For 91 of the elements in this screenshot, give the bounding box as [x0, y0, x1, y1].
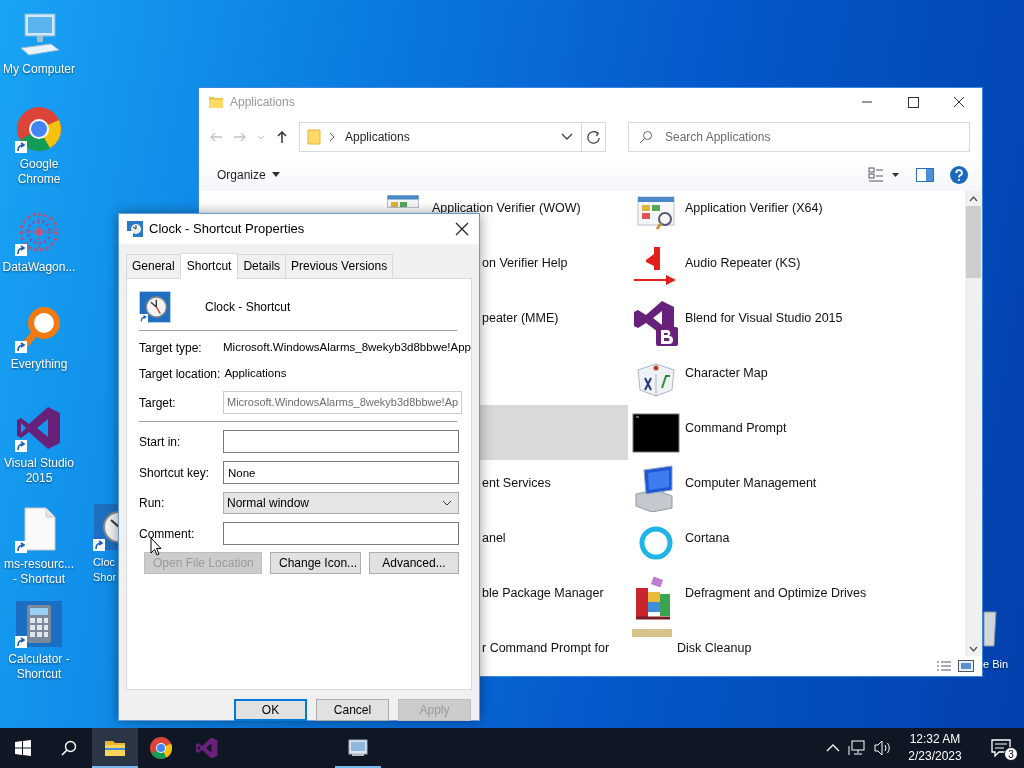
search-icon[interactable]: [61, 740, 77, 756]
input-field[interactable]: [223, 522, 459, 545]
field-label: Run:: [139, 495, 166, 512]
item-label: Blend for Visual Studio 2015: [685, 310, 843, 327]
large-icons-view-icon[interactable]: [958, 660, 974, 672]
dialog-title: Clock - Shortcut Properties: [149, 220, 305, 239]
notification-count: 3: [1004, 747, 1018, 761]
network-icon[interactable]: [848, 740, 866, 756]
ribbon-logo-icon: [195, 736, 219, 760]
properties-icon: [127, 221, 143, 237]
field-label: Comment:: [139, 525, 196, 543]
dialog-button[interactable]: OK: [234, 699, 307, 721]
item-label: Defragment and Optimize Drives: [685, 585, 867, 602]
clock-icon: [139, 291, 171, 323]
search-box[interactable]: Search Applications: [628, 122, 970, 152]
item-label: Computer Management: [685, 475, 817, 492]
organize-button[interactable]: Organize: [209, 162, 288, 187]
help-icon[interactable]: [950, 165, 968, 184]
up-arrow-icon[interactable]: [275, 130, 289, 144]
ring-logo-icon: [149, 736, 173, 760]
item-label: Application Verifier (WOW): [432, 200, 581, 217]
time-text: 12:32 AM: [908, 731, 962, 748]
close-icon[interactable]: [455, 222, 469, 236]
list-item[interactable]: Audio Repeater (KS): [628, 240, 965, 295]
list-item[interactable]: Computer Management: [628, 460, 965, 515]
window-title: Applications: [230, 94, 295, 111]
pointer-icon: [150, 537, 162, 556]
item-label: ble Package Manager: [482, 585, 604, 602]
clock-text[interactable]: 12:32 AM 2/23/2023: [900, 731, 970, 765]
field-label: Target type:: [139, 340, 203, 357]
action-button[interactable]: Change Icon...: [270, 552, 361, 574]
list-item[interactable]: Character Map: [628, 350, 965, 405]
field-label: Start in:: [139, 433, 182, 451]
item-label: Command Prompt: [685, 420, 787, 437]
view-options-icon[interactable]: [868, 166, 900, 183]
item-label: r Command Prompt for: [482, 640, 610, 656]
field-label: Target location:: [139, 366, 221, 383]
input-field[interactable]: None: [223, 461, 459, 484]
item-label: ent Services: [482, 475, 551, 492]
field-label: Target:: [139, 394, 177, 412]
dropdown-caret-icon[interactable]: [561, 133, 573, 141]
item-label: Disk Cleanup: [677, 640, 752, 656]
item-label: Application Verifier (X64): [685, 200, 823, 217]
app-window-icon: [387, 195, 419, 208]
notification-button[interactable]: 3: [978, 728, 1024, 768]
scroll-thumb[interactable]: [966, 206, 981, 278]
folder-icon: [306, 128, 322, 146]
item-label: Audio Repeater (KS): [685, 255, 801, 272]
scrollbar[interactable]: [965, 191, 982, 656]
tab[interactable]: General: [126, 254, 181, 278]
blend-logo-icon: [632, 299, 680, 347]
item-label: Cortana: [685, 530, 730, 547]
field-value: Applications: [224, 366, 287, 382]
action-button[interactable]: Advanced...: [369, 552, 459, 574]
ribbon-logo-icon: [15, 404, 63, 452]
chevron-down-icon: [442, 500, 452, 506]
caret-icon: [271, 172, 280, 177]
dialog-button[interactable]: Cancel: [316, 699, 389, 721]
list-item[interactable]: Application Verifier (WOW): [379, 191, 628, 240]
ring-logo-icon: [15, 105, 63, 153]
field-label: Shortcut key:: [139, 464, 211, 482]
chevron-icon: [328, 132, 336, 142]
shortcut-name: Clock - Shortcut: [205, 299, 291, 316]
chevron-up-icon[interactable]: [826, 743, 840, 753]
volume-icon[interactable]: [874, 740, 892, 756]
list-item[interactable]: Defragment and Optimize Drives: [628, 570, 965, 625]
list-item[interactable]: Application Verifier (X64): [628, 191, 965, 240]
list-item[interactable]: Blend for Visual Studio 2015: [628, 295, 965, 350]
folder-icon: [208, 94, 224, 110]
item-label: Character Map: [685, 365, 768, 382]
tab[interactable]: Previous Versions: [285, 254, 394, 278]
list-item[interactable]: Command Prompt: [628, 405, 965, 460]
scroll-up-icon[interactable]: [969, 196, 978, 202]
shortcut-arrow-icon: [139, 314, 148, 323]
list-item[interactable]: Cortana: [628, 515, 965, 570]
dropdown[interactable]: Normal window: [223, 492, 459, 514]
icon-label[interactable]: e Bin: [983, 657, 1009, 672]
input-field[interactable]: [223, 430, 459, 453]
date-text: 2/23/2023: [907, 748, 963, 765]
taskbar-app[interactable]: [92, 728, 138, 768]
tab[interactable]: Shortcut: [179, 253, 239, 279]
search-icon: [639, 130, 653, 144]
scroll-down-icon[interactable]: [969, 646, 978, 652]
list-item[interactable]: Disk Cleanup: [628, 625, 965, 656]
address-text: Applications: [345, 129, 410, 146]
address-bar[interactable]: Applications: [299, 122, 606, 152]
start-icon[interactable]: [15, 740, 31, 756]
calculator-icon: [15, 600, 63, 648]
preview-pane-icon[interactable]: [916, 167, 934, 182]
field-value: Microsoft.WindowsAlarms_8wekyb3d8bbwe!App: [223, 340, 471, 356]
icon-label[interactable]: Cloc Shor: [93, 555, 117, 585]
